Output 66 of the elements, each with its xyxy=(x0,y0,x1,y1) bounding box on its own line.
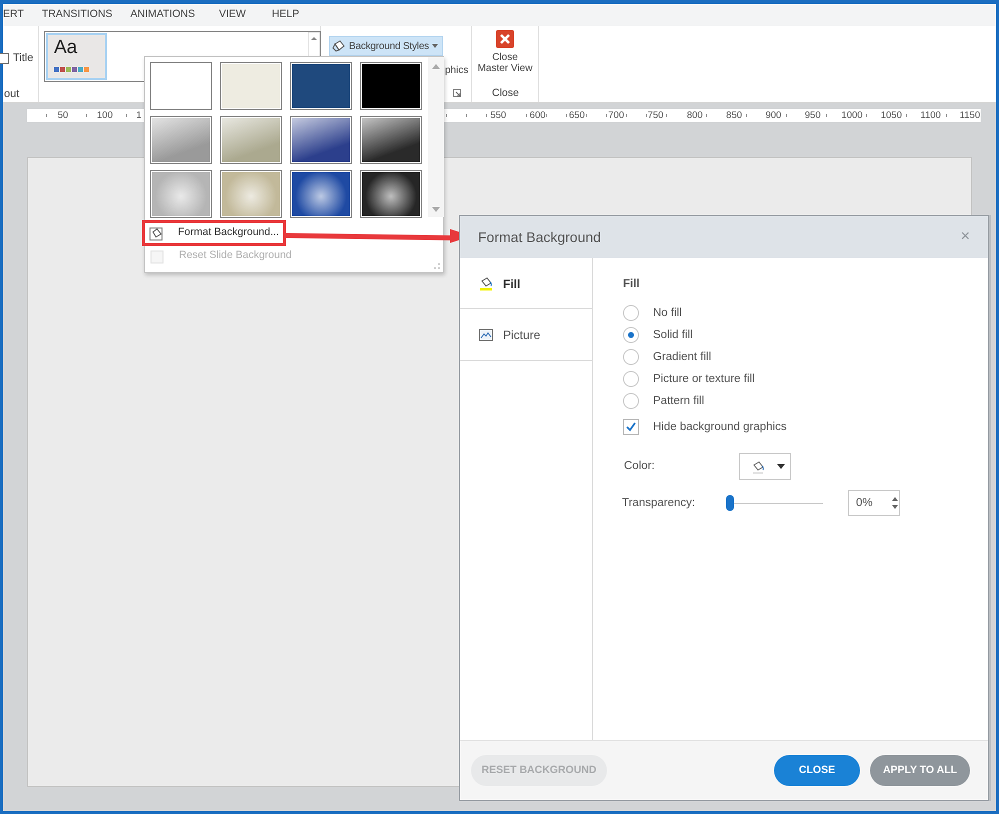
radio-label: Gradient fill xyxy=(653,350,712,365)
ribbon-tab[interactable]: TRANSITIONS xyxy=(42,7,112,23)
checkbox[interactable] xyxy=(623,419,639,436)
close-icon xyxy=(496,30,514,48)
style-swatch[interactable] xyxy=(150,116,212,164)
field-label: Color: xyxy=(623,459,656,474)
caret-icon xyxy=(777,464,785,470)
radio-label: Pattern fill xyxy=(653,394,704,409)
style-swatch[interactable] xyxy=(220,116,282,164)
paint-bucket-icon xyxy=(752,460,766,474)
style-swatch[interactable] xyxy=(290,62,352,110)
theme-thumbnail[interactable]: Aa xyxy=(46,33,107,80)
style-swatch[interactable] xyxy=(360,170,422,218)
primary-button[interactable]: CLOSE xyxy=(774,755,860,786)
image-icon xyxy=(478,326,494,342)
sidebar-tab[interactable]: Fill xyxy=(460,258,592,309)
radio-button[interactable] xyxy=(623,393,639,410)
section-title: Fill xyxy=(623,277,641,292)
radio-button[interactable] xyxy=(623,371,639,388)
color-bars-icon xyxy=(54,65,92,73)
style-swatch[interactable] xyxy=(150,62,212,110)
style-swatch[interactable] xyxy=(290,170,352,218)
ribbon-tab[interactable]: VIEW xyxy=(218,7,246,23)
style-swatch[interactable] xyxy=(360,116,422,164)
group-label: out xyxy=(4,87,20,102)
style-swatch[interactable] xyxy=(220,62,282,110)
format-background-icon xyxy=(148,225,164,241)
caret-icon xyxy=(432,44,439,48)
style-swatch[interactable] xyxy=(290,116,352,164)
dialog-launcher-icon[interactable] xyxy=(453,89,461,97)
dialog-title: Format Background xyxy=(478,228,601,247)
reset-background-icon xyxy=(149,248,165,264)
field-label: Transparency: xyxy=(622,496,696,511)
background-styles-button[interactable]: Background Styles xyxy=(329,36,443,56)
scrollbar[interactable] xyxy=(428,57,444,217)
ribbon-tab[interactable]: ERT xyxy=(3,7,24,23)
menu-item[interactable]: Format Background... xyxy=(142,220,286,246)
radio-button[interactable] xyxy=(623,349,639,366)
radio-label: No fill xyxy=(653,306,682,321)
spin-up-icon[interactable] xyxy=(892,497,898,502)
style-swatch[interactable] xyxy=(360,62,422,110)
spin-down-icon[interactable] xyxy=(892,505,898,510)
checkbox-label: Hide background graphics xyxy=(653,420,787,435)
sidebar-tab[interactable]: Picture xyxy=(460,309,592,361)
style-swatch[interactable] xyxy=(220,170,282,218)
ribbon-tab[interactable]: ANIMATIONS xyxy=(130,7,195,23)
color-picker-button[interactable] xyxy=(739,453,791,480)
paint-bucket-icon xyxy=(332,39,346,53)
checkbox-label: Title xyxy=(13,51,34,66)
check-icon xyxy=(625,421,637,434)
radio-button[interactable] xyxy=(623,305,639,322)
ribbon-tab[interactable]: HELP xyxy=(272,7,300,23)
radio-label: Solid fill xyxy=(653,328,693,343)
resize-grip-icon[interactable] xyxy=(434,263,440,269)
group-label: Close xyxy=(492,86,519,101)
radio-label: Picture or texture fill xyxy=(653,372,755,387)
radio-button[interactable] xyxy=(623,327,639,344)
ruler-label: 1150 xyxy=(958,109,982,122)
theme-sample-text: Aa xyxy=(54,37,78,59)
style-swatch[interactable] xyxy=(150,170,212,218)
spin-field[interactable]: 0% xyxy=(848,490,900,516)
slider-thumb[interactable] xyxy=(726,495,734,512)
paint-bucket-icon xyxy=(478,275,494,291)
close-master-view-button[interactable]: Close Master View xyxy=(475,30,535,74)
checkbox[interactable] xyxy=(0,52,9,64)
group-item-label: phics xyxy=(445,64,468,78)
